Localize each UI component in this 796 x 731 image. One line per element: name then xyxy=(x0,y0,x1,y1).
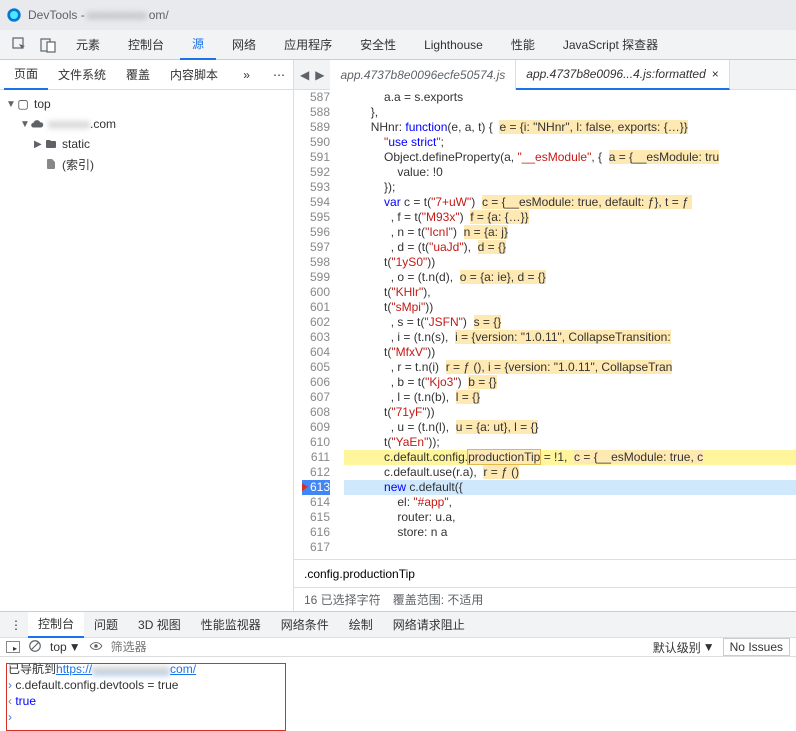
tree-top-label: top xyxy=(34,97,51,111)
main-tabs: 元素 控制台 源 网络 应用程序 安全性 Lighthouse 性能 JavaS… xyxy=(0,30,796,60)
subtab-content-scripts[interactable]: 内容脚本 xyxy=(160,60,228,90)
file-tab-1-label: app.4737b8e0096...4.js:formatted xyxy=(526,67,705,81)
tab-security[interactable]: 安全性 xyxy=(348,30,408,60)
device-toolbar-icon[interactable] xyxy=(36,33,60,57)
window-title-suffix: om/ xyxy=(149,8,169,22)
tree-domain-blur: xxxxxxx xyxy=(48,117,90,131)
issues-button[interactable]: No Issues xyxy=(723,638,790,656)
file-tab-1[interactable]: app.4737b8e0096...4.js:formatted × xyxy=(516,60,729,90)
drawer-tab-perfmon[interactable]: 性能监视器 xyxy=(191,612,271,638)
tree-index-file[interactable]: (索引) xyxy=(0,154,293,174)
find-bar xyxy=(294,559,796,587)
file-tabs: ◀ ▶ app.4737b8e0096ecfe50574.js app.4737… xyxy=(294,60,796,90)
file-tree: ▼ ▢ top ▼ xxxxxxx .com ▶ static xyxy=(0,90,293,178)
file-tab-nav-right-icon[interactable]: ▶ xyxy=(315,68,324,82)
file-tab-0[interactable]: app.4737b8e0096ecfe50574.js xyxy=(330,60,516,90)
clear-console-icon[interactable] xyxy=(28,639,42,656)
status-bar: 16 已选择字符 覆盖范围: 不适用 xyxy=(294,587,796,611)
console-nav-link[interactable]: https://xxxxxxxxxxxxxcom/ xyxy=(56,662,196,676)
tab-application[interactable]: 应用程序 xyxy=(272,30,344,60)
console-input-line: › c.default.config.devtools = true xyxy=(8,677,788,693)
live-expression-icon[interactable] xyxy=(89,639,103,656)
tree-top[interactable]: ▼ ▢ top xyxy=(0,94,293,114)
console-drawer: ⋮ 控制台 问题 3D 视图 性能监视器 网络条件 绘制 网络请求阻止 ▸ to… xyxy=(0,611,796,711)
chevron-down-icon: ▼ xyxy=(6,99,16,110)
file-tab-0-label: app.4737b8e0096ecfe50574.js xyxy=(340,68,505,82)
subtab-overrides[interactable]: 覆盖 xyxy=(116,60,160,90)
subtab-more-icon[interactable]: ⋯ xyxy=(265,68,293,82)
subtab-filesystem[interactable]: 文件系统 xyxy=(48,60,116,90)
subtab-page[interactable]: 页面 xyxy=(4,60,48,90)
subtab-overflow-icon[interactable]: » xyxy=(235,68,258,82)
drawer-tab-reqblock[interactable]: 网络请求阻止 xyxy=(383,612,475,638)
context-selector[interactable]: top ▼ xyxy=(50,640,81,654)
edge-browser-icon xyxy=(6,7,22,23)
code-editor[interactable]: 5875885895905915925935945955965975985996… xyxy=(294,90,796,559)
console-prompt[interactable]: › xyxy=(8,709,788,725)
drawer-tab-issues[interactable]: 问题 xyxy=(84,612,128,638)
tab-performance[interactable]: 性能 xyxy=(499,30,547,60)
drawer-tab-console[interactable]: 控制台 xyxy=(28,612,84,638)
folder-icon xyxy=(44,137,58,151)
cloud-icon xyxy=(30,117,44,131)
tab-console[interactable]: 控制台 xyxy=(116,30,176,60)
log-level-selector[interactable]: 默认级别 ▼ xyxy=(653,639,715,656)
tab-elements[interactable]: 元素 xyxy=(64,30,112,60)
navigator-panel: 页面 文件系统 覆盖 内容脚本 » ⋯ ▼ ▢ top ▼ xxxxxxx .c… xyxy=(0,60,294,611)
tab-sources[interactable]: 源 xyxy=(180,30,216,60)
tab-js-profiler[interactable]: JavaScript 探查器 xyxy=(551,30,670,60)
status-coverage: 覆盖范围: 不适用 xyxy=(393,591,484,608)
console-result-line: ‹ true xyxy=(8,693,788,709)
tab-lighthouse[interactable]: Lighthouse xyxy=(412,30,495,60)
titlebar: DevTools - xxxxxxxxxx om/ xyxy=(0,0,796,30)
console-nav-line: 已导航到https://xxxxxxxxxxxxxcom/ xyxy=(8,661,788,677)
file-icon xyxy=(44,157,58,171)
inspect-element-icon[interactable] xyxy=(8,33,32,57)
tree-index-label: (索引) xyxy=(62,156,94,173)
find-input[interactable] xyxy=(302,565,788,583)
drawer-tab-3dview[interactable]: 3D 视图 xyxy=(128,612,191,638)
window-title-domain: xxxxxxxxxx xyxy=(87,8,147,22)
console-output[interactable]: 已导航到https://xxxxxxxxxxxxxcom/ › c.defaul… xyxy=(0,657,796,729)
tab-network[interactable]: 网络 xyxy=(220,30,268,60)
editor-panel: ◀ ▶ app.4737b8e0096ecfe50574.js app.4737… xyxy=(294,60,796,611)
tree-domain-suffix: .com xyxy=(90,117,116,131)
frame-icon: ▢ xyxy=(16,97,30,111)
tree-domain[interactable]: ▼ xxxxxxx .com xyxy=(0,114,293,134)
drawer-tab-netcond[interactable]: 网络条件 xyxy=(271,612,339,638)
drawer-tab-rendering[interactable]: 绘制 xyxy=(339,612,383,638)
window-title: DevTools - xyxy=(28,8,85,22)
drawer-menu-icon[interactable]: ⋮ xyxy=(4,618,28,632)
close-icon[interactable]: × xyxy=(712,67,719,81)
console-filter-input[interactable] xyxy=(111,640,645,654)
status-selection: 16 已选择字符 xyxy=(304,591,381,608)
tree-static-label: static xyxy=(62,137,90,151)
file-tab-nav-left-icon[interactable]: ◀ xyxy=(300,68,309,82)
tree-static-folder[interactable]: ▶ static xyxy=(0,134,293,154)
chevron-right-icon: ▶ xyxy=(34,139,44,150)
chevron-down-icon: ▼ xyxy=(20,119,30,130)
console-sidebar-toggle-icon[interactable]: ▸ xyxy=(6,641,20,653)
